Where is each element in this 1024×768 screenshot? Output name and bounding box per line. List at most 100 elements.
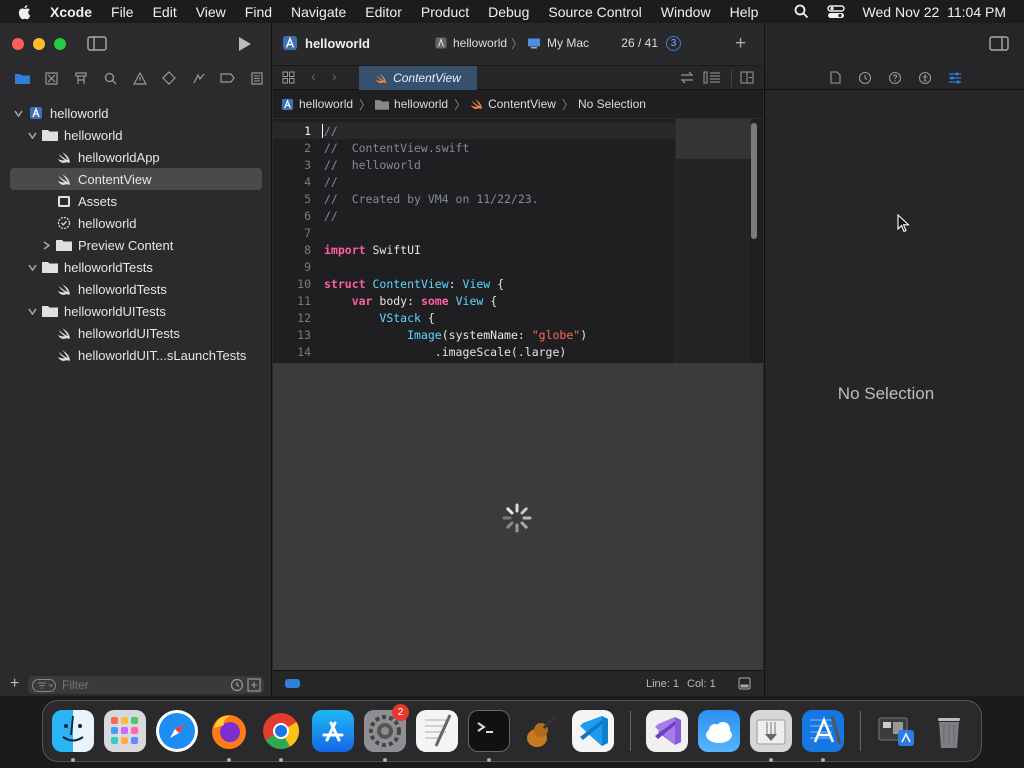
menu-help[interactable]: Help bbox=[730, 4, 759, 20]
tab-contentview[interactable]: ContentView bbox=[359, 66, 477, 90]
zoom-window-button[interactable] bbox=[54, 38, 66, 50]
tree-row-file[interactable]: helloworldApp bbox=[56, 146, 262, 168]
scm-status-filter-icon[interactable] bbox=[247, 678, 261, 692]
dock-launchpad-icon[interactable] bbox=[104, 710, 146, 752]
menu-find[interactable]: Find bbox=[245, 4, 272, 20]
dock-firefox-icon[interactable] bbox=[208, 710, 250, 752]
recent-files-icon[interactable] bbox=[230, 678, 244, 692]
attributes-inspector-icon[interactable] bbox=[948, 71, 962, 85]
source-editor[interactable]: 1 // 2 // ContentView.swift 3 // helloworld… bbox=[273, 119, 763, 363]
tree-row-file[interactable]: helloworldUIT...sLaunchTests bbox=[56, 344, 262, 366]
tree-row-file[interactable]: helloworldTests bbox=[56, 278, 262, 300]
tree-row-group[interactable]: helloworldTests bbox=[26, 256, 262, 278]
control-center-icon[interactable] bbox=[826, 4, 845, 19]
breakpoint-navigator-icon[interactable] bbox=[213, 68, 242, 88]
jump-bar-group[interactable]: helloworld bbox=[375, 97, 448, 111]
add-library-icon[interactable]: + bbox=[735, 33, 746, 55]
run-destination[interactable]: My Mac bbox=[547, 36, 589, 50]
minimap-visible-region[interactable] bbox=[676, 119, 751, 159]
split-editor-icon[interactable] bbox=[740, 71, 754, 84]
tree-row-file-selected[interactable]: ContentView bbox=[10, 168, 262, 190]
related-items-icon[interactable] bbox=[282, 71, 295, 84]
tree-row-group[interactable]: helloworld bbox=[26, 124, 262, 146]
issue-navigator-icon[interactable] bbox=[125, 68, 154, 88]
spotlight-search-icon[interactable] bbox=[794, 4, 809, 19]
dock-app-store-icon[interactable] bbox=[312, 710, 354, 752]
dock-weather-icon[interactable] bbox=[698, 710, 740, 752]
menu-window[interactable]: Window bbox=[661, 4, 711, 20]
code-line[interactable]: 11 var body: some View { bbox=[273, 292, 675, 309]
run-button-icon[interactable] bbox=[238, 36, 252, 52]
preview-canvas[interactable] bbox=[273, 363, 763, 670]
dock-screenshot-icon[interactable] bbox=[876, 710, 918, 752]
dock-visual-studio-icon[interactable] bbox=[646, 710, 688, 752]
activity-view[interactable]: helloworld 〉 My Mac 26 / 41 3 bbox=[425, 32, 681, 54]
file-inspector-icon[interactable] bbox=[830, 71, 841, 84]
scheme-selector[interactable]: helloworld bbox=[453, 36, 507, 50]
disclosure-open-icon[interactable] bbox=[26, 261, 38, 273]
toggle-inspector-icon[interactable] bbox=[989, 36, 1009, 51]
forward-arrow-icon[interactable]: › bbox=[332, 68, 337, 84]
dock-instruments-icon[interactable] bbox=[520, 710, 562, 752]
project-navigator-icon[interactable] bbox=[8, 68, 37, 88]
jump-bar-file[interactable]: ContentView bbox=[470, 97, 556, 111]
menu-debug[interactable]: Debug bbox=[488, 4, 529, 20]
tree-row-group[interactable]: helloworldUITests bbox=[26, 300, 262, 322]
hide-debug-area-icon[interactable] bbox=[738, 677, 751, 690]
minimap[interactable] bbox=[675, 119, 751, 363]
menu-source-control[interactable]: Source Control bbox=[548, 4, 641, 20]
dock-textedit-icon[interactable] bbox=[416, 710, 458, 752]
menu-editor[interactable]: Editor bbox=[365, 4, 402, 20]
code-review-icon[interactable] bbox=[680, 71, 694, 84]
code-line[interactable]: 13 Image(systemName: "globe") bbox=[273, 326, 675, 343]
disclosure-open-icon[interactable] bbox=[26, 305, 38, 317]
dock-archive-utility-icon[interactable] bbox=[750, 710, 792, 752]
disclosure-closed-icon[interactable] bbox=[40, 239, 52, 251]
quick-help-inspector-icon[interactable] bbox=[888, 71, 902, 85]
menu-product[interactable]: Product bbox=[421, 4, 469, 20]
tree-row-file[interactable]: helloworld bbox=[56, 212, 262, 234]
add-file-icon[interactable]: + bbox=[10, 675, 19, 693]
code-line[interactable]: 9 bbox=[273, 258, 675, 275]
dock-finder-icon[interactable] bbox=[52, 710, 94, 752]
debug-area-toggle-icon[interactable] bbox=[285, 679, 300, 688]
dock-vscode-icon[interactable] bbox=[572, 710, 614, 752]
menu-navigate[interactable]: Navigate bbox=[291, 4, 346, 20]
debug-navigator-icon[interactable] bbox=[184, 68, 213, 88]
disclosure-open-icon[interactable] bbox=[26, 129, 38, 141]
menu-view[interactable]: View bbox=[196, 4, 226, 20]
accessibility-inspector-icon[interactable] bbox=[918, 71, 932, 85]
issue-count-badge[interactable]: 3 bbox=[666, 35, 681, 51]
code-line[interactable]: 4 // bbox=[273, 173, 675, 190]
code-line[interactable]: 8 import SwiftUI bbox=[273, 241, 675, 258]
jump-bar-project[interactable]: helloworld bbox=[281, 97, 353, 111]
test-navigator-icon[interactable] bbox=[155, 68, 184, 88]
tree-row-file[interactable]: helloworldUITests bbox=[56, 322, 262, 344]
dock-xcode-icon[interactable] bbox=[802, 710, 844, 752]
code-line[interactable]: 5 // Created by VM4 on 11/22/23. bbox=[273, 190, 675, 207]
menubar-clock[interactable]: Wed Nov 22 11:04 PM bbox=[863, 4, 1006, 20]
menu-edit[interactable]: Edit bbox=[153, 4, 177, 20]
find-navigator-icon[interactable] bbox=[96, 68, 125, 88]
code-line[interactable]: 3 // helloworld bbox=[273, 156, 675, 173]
code-line[interactable]: 7 bbox=[273, 224, 675, 241]
back-arrow-icon[interactable]: ‹ bbox=[311, 68, 316, 84]
tree-row-file[interactable]: Assets bbox=[56, 190, 262, 212]
filter-options-icon[interactable] bbox=[32, 678, 56, 692]
menu-file[interactable]: File bbox=[111, 4, 134, 20]
navigator-filter-field[interactable]: Filter bbox=[28, 676, 264, 694]
dock-safari-icon[interactable] bbox=[156, 710, 198, 752]
editor-scrollbar[interactable] bbox=[751, 123, 757, 239]
jump-bar-symbol[interactable]: No Selection bbox=[578, 97, 646, 111]
menu-app-name[interactable]: Xcode bbox=[50, 4, 92, 20]
toggle-navigator-icon[interactable] bbox=[87, 36, 107, 51]
code-line[interactable]: 14 .imageScale(.large) bbox=[273, 343, 675, 360]
history-inspector-icon[interactable] bbox=[858, 71, 872, 85]
apple-logo-icon[interactable] bbox=[16, 3, 34, 21]
disclosure-open-icon[interactable] bbox=[12, 107, 24, 119]
report-navigator-icon[interactable] bbox=[243, 68, 272, 88]
editor-options-icon[interactable] bbox=[703, 71, 721, 84]
close-window-button[interactable] bbox=[12, 38, 24, 50]
dock-terminal-icon[interactable] bbox=[468, 710, 510, 752]
code-line[interactable]: 10 struct ContentView: View { bbox=[273, 275, 675, 292]
